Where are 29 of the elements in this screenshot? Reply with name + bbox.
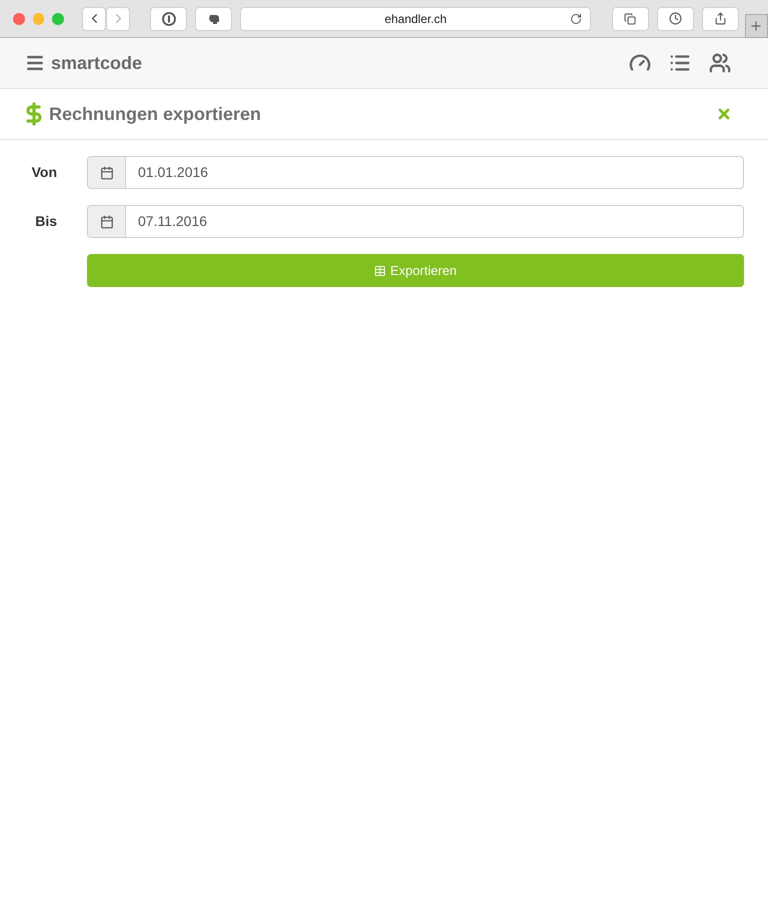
tabs-icon — [624, 12, 636, 24]
calendar-addon[interactable] — [88, 157, 126, 188]
table-icon — [374, 264, 386, 276]
new-tab-button[interactable] — [744, 14, 768, 38]
field-label: Von — [30, 163, 58, 182]
date-input[interactable]: 07.11.2016 — [87, 205, 744, 238]
share-button[interactable] — [702, 6, 739, 30]
share-icon — [714, 12, 727, 25]
date-input[interactable]: 01.01.2016 — [87, 156, 744, 189]
url-text: ehandler.ch — [384, 10, 447, 28]
users-icon[interactable] — [709, 52, 731, 74]
address-bar[interactable]: ehandler.ch — [240, 6, 591, 30]
calendar-icon — [100, 166, 114, 180]
calendar-icon — [100, 214, 114, 228]
date-value: 07.11.2016 — [137, 212, 208, 231]
history-button[interactable] — [656, 6, 694, 30]
brand-name[interactable]: smartcode — [51, 50, 142, 76]
plus-icon — [749, 18, 764, 32]
page-title: Rechnungen exportieren — [49, 102, 262, 126]
menu-icon[interactable] — [25, 53, 45, 73]
calendar-addon[interactable] — [88, 206, 126, 237]
back-button[interactable] — [82, 6, 106, 30]
tabs-button[interactable] — [612, 6, 649, 30]
reload-icon[interactable] — [570, 12, 582, 24]
field-label: Bis — [34, 212, 58, 231]
clock-icon — [668, 12, 682, 25]
elephant-extension-button[interactable] — [195, 6, 232, 30]
date-value: 01.01.2016 — [137, 163, 208, 182]
password-extension-button[interactable] — [150, 6, 188, 30]
